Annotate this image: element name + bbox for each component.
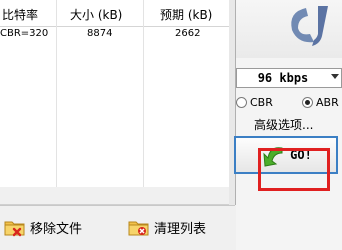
cell-bitrate: CBR=320 <box>0 28 49 39</box>
clear-list-label: 清理列表 <box>154 221 207 237</box>
bitrate-value: 96 kbps <box>257 71 309 85</box>
column-header-expected[interactable]: 预期 (kB) <box>160 6 212 23</box>
abr-radio[interactable]: ABR <box>302 96 339 109</box>
app-logo <box>236 0 342 58</box>
cell-size: 8874 <box>87 28 113 39</box>
horizontal-scrollbar[interactable] <box>0 187 229 205</box>
go-arrow-icon <box>260 142 286 168</box>
file-list[interactable]: 比特率 大小 (kB) 预期 (kB) CBR=320 8874 2662 <box>0 0 230 188</box>
settings-panel: 96 kbps CBR ABR 高级选项... GO! <box>234 0 342 250</box>
clear-list-button[interactable]: 清理列表 <box>128 214 206 240</box>
table-row[interactable]: CBR=320 8874 2662 <box>0 26 229 44</box>
column-header-size[interactable]: 大小 (kB) <box>70 6 122 23</box>
column-header-bitrate[interactable]: 比特率 <box>2 6 38 23</box>
go-label: GO! <box>290 148 312 162</box>
vertical-scrollbar[interactable] <box>229 0 236 205</box>
bitrate-select[interactable]: 96 kbps <box>236 68 342 88</box>
cbr-label: CBR <box>250 96 273 109</box>
advanced-options-link[interactable]: 高级选项... <box>254 116 313 133</box>
chevron-down-icon[interactable] <box>331 74 339 79</box>
list-header: 比特率 大小 (kB) 预期 (kB) <box>0 0 229 27</box>
remove-files-label: 移除文件 <box>30 221 83 237</box>
clear-list-icon <box>128 217 150 237</box>
abr-label: ABR <box>316 96 339 109</box>
go-button[interactable]: GO! <box>234 136 338 174</box>
radio-indicator <box>302 97 313 108</box>
radio-indicator <box>236 97 247 108</box>
cbr-radio[interactable]: CBR <box>236 96 273 109</box>
divider <box>0 205 235 206</box>
cell-expected: 2662 <box>175 28 201 39</box>
remove-files-button[interactable]: 移除文件 <box>4 214 82 240</box>
folder-remove-icon <box>4 217 26 237</box>
